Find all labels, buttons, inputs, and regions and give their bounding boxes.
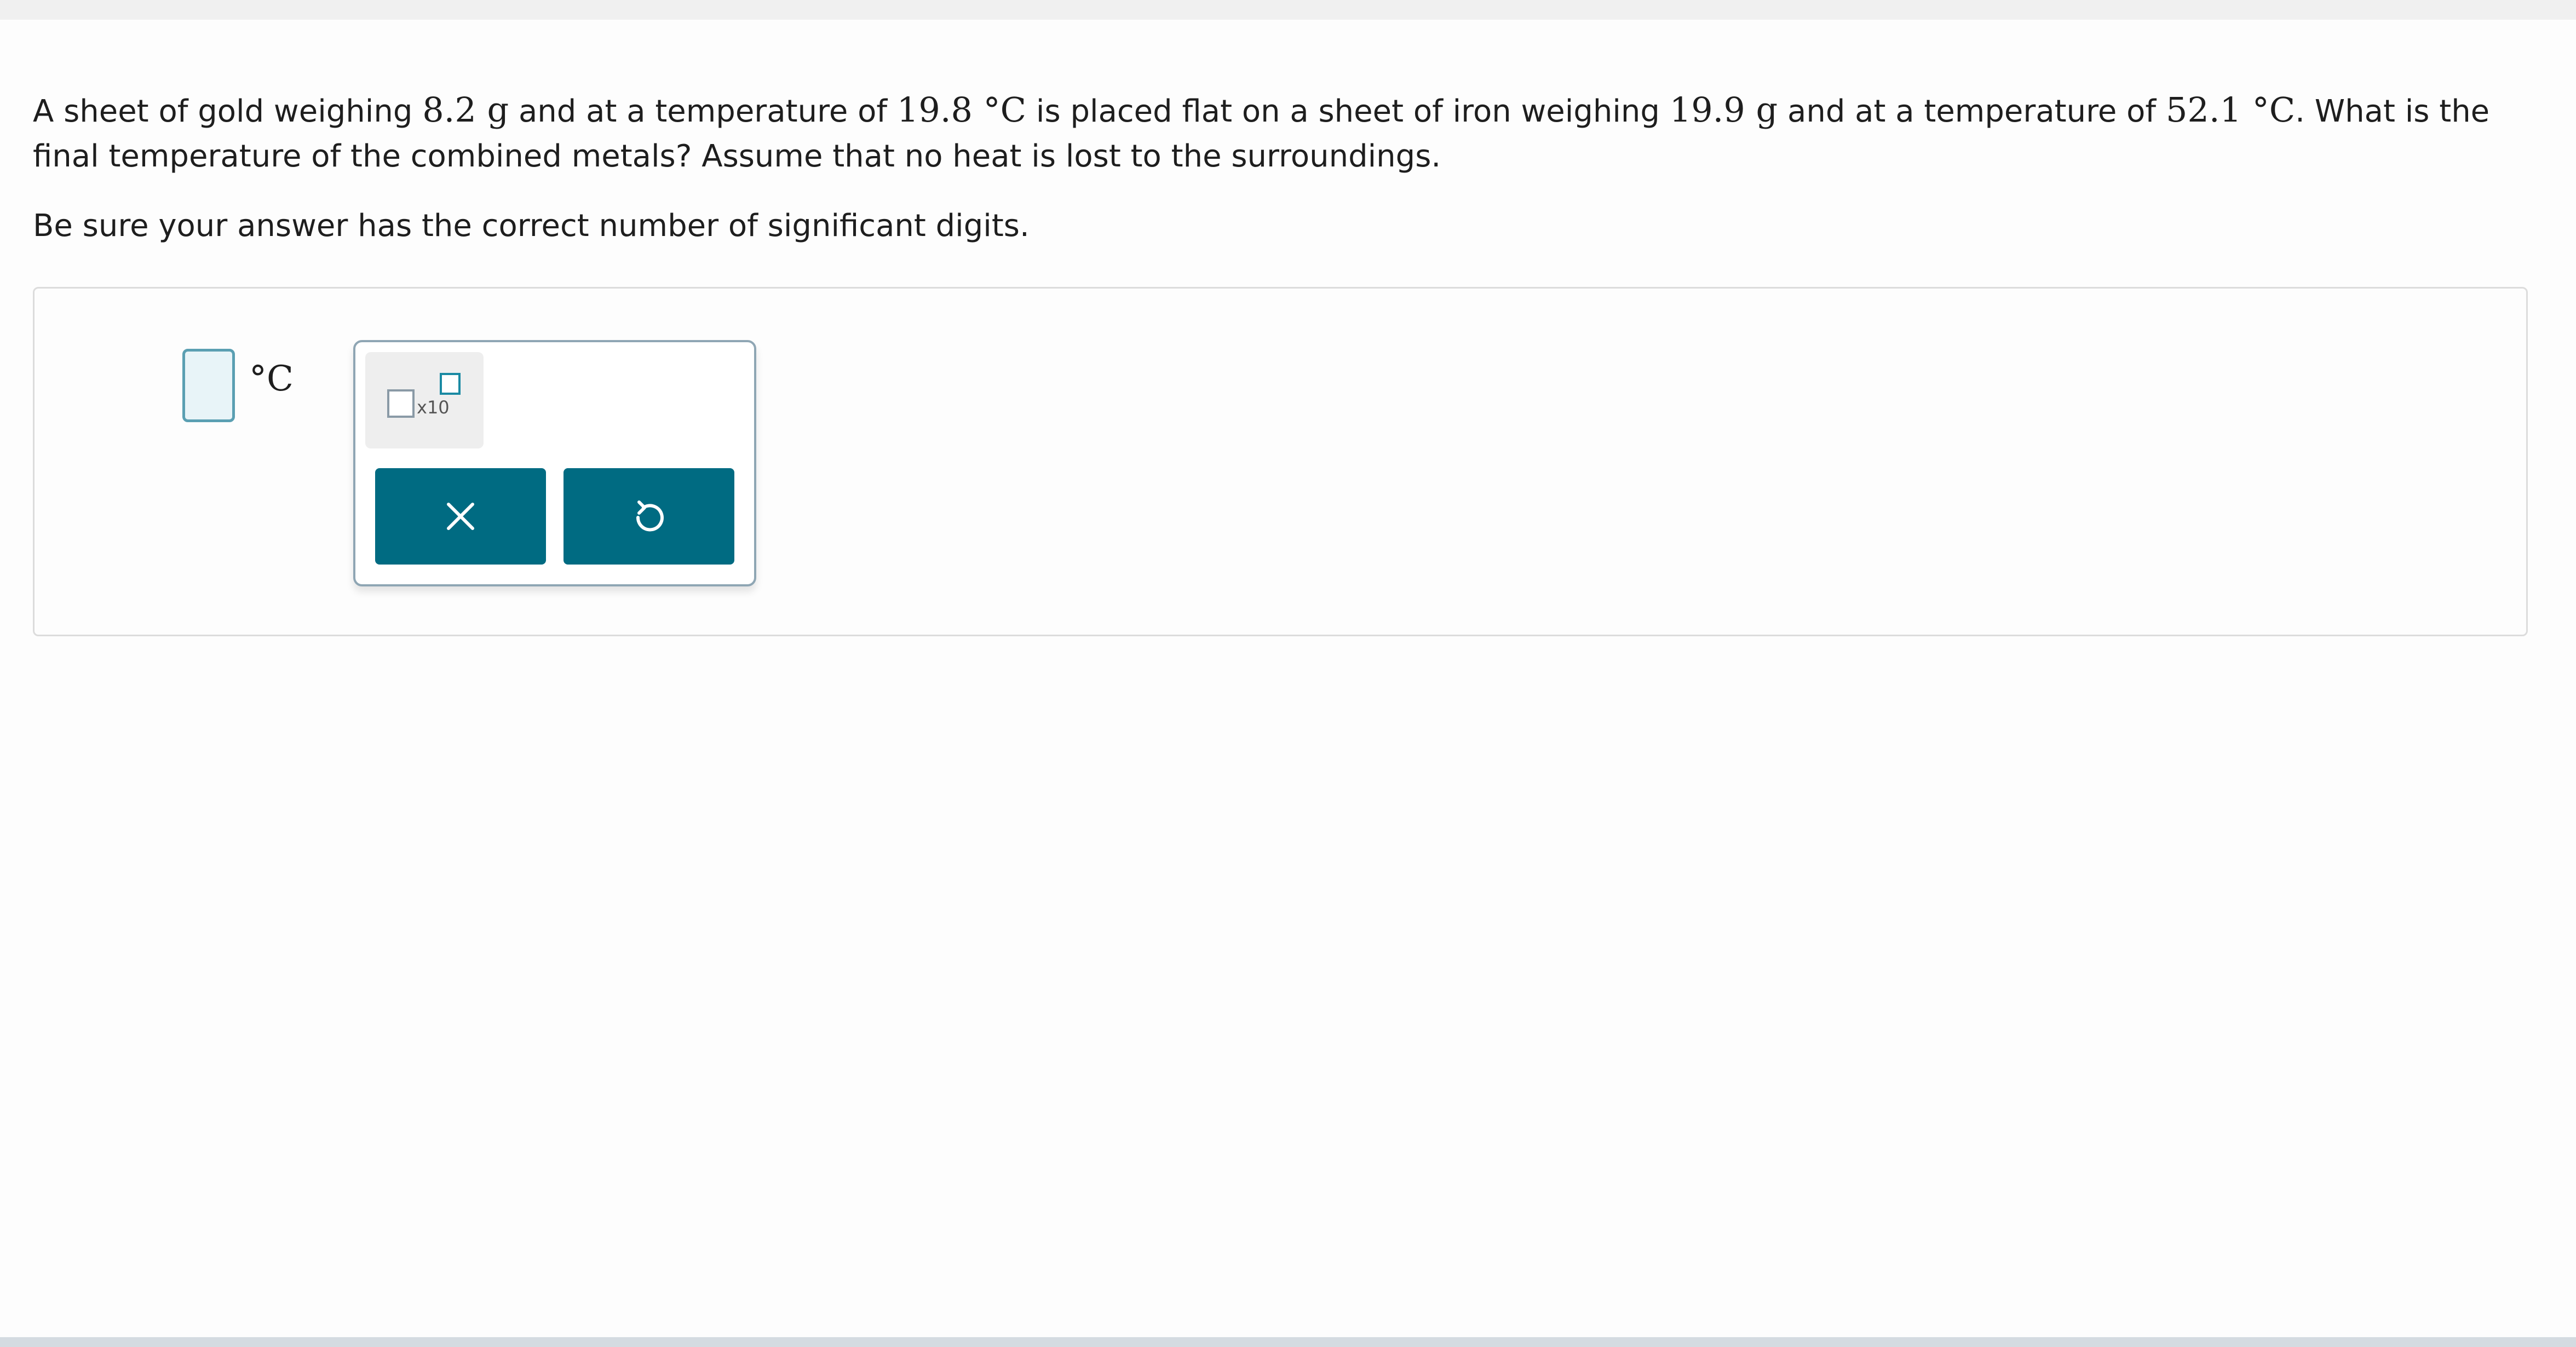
question-text: A sheet of gold weighing 8.2 g and at a … — [33, 88, 2530, 179]
x10-label: x10 — [417, 397, 450, 418]
scientific-notation-icon — [387, 389, 415, 418]
gold-temperature-value: 19.8 °C — [896, 90, 1027, 130]
answer-panel: °C x10 — [33, 287, 2528, 636]
question-text-part: is placed flat on a sheet of iron weighi… — [1026, 94, 1670, 129]
top-bar — [0, 0, 2576, 20]
question-text-part: and at a temperature of — [509, 94, 897, 129]
reset-button[interactable] — [564, 468, 734, 565]
gold-mass-value: 8.2 g — [422, 90, 509, 130]
bottom-bar — [0, 1337, 2576, 1347]
iron-mass-value: 19.9 g — [1669, 90, 1778, 130]
clear-button[interactable] — [375, 468, 546, 565]
instructions-text: Be sure your answer has the correct numb… — [33, 208, 1030, 244]
question-text-part: and at a temperature of — [1778, 94, 2166, 129]
math-palette: x10 — [353, 340, 756, 586]
close-icon — [447, 503, 474, 530]
exponent-box-icon — [440, 373, 461, 395]
scientific-notation-button[interactable]: x10 — [365, 352, 484, 448]
question-text-part: A sheet of gold weighing — [33, 94, 423, 129]
unit-label: °C — [249, 359, 294, 399]
answer-input[interactable] — [182, 349, 235, 422]
iron-temperature-value: 52.1 °C — [2165, 90, 2296, 130]
undo-icon — [636, 500, 664, 532]
